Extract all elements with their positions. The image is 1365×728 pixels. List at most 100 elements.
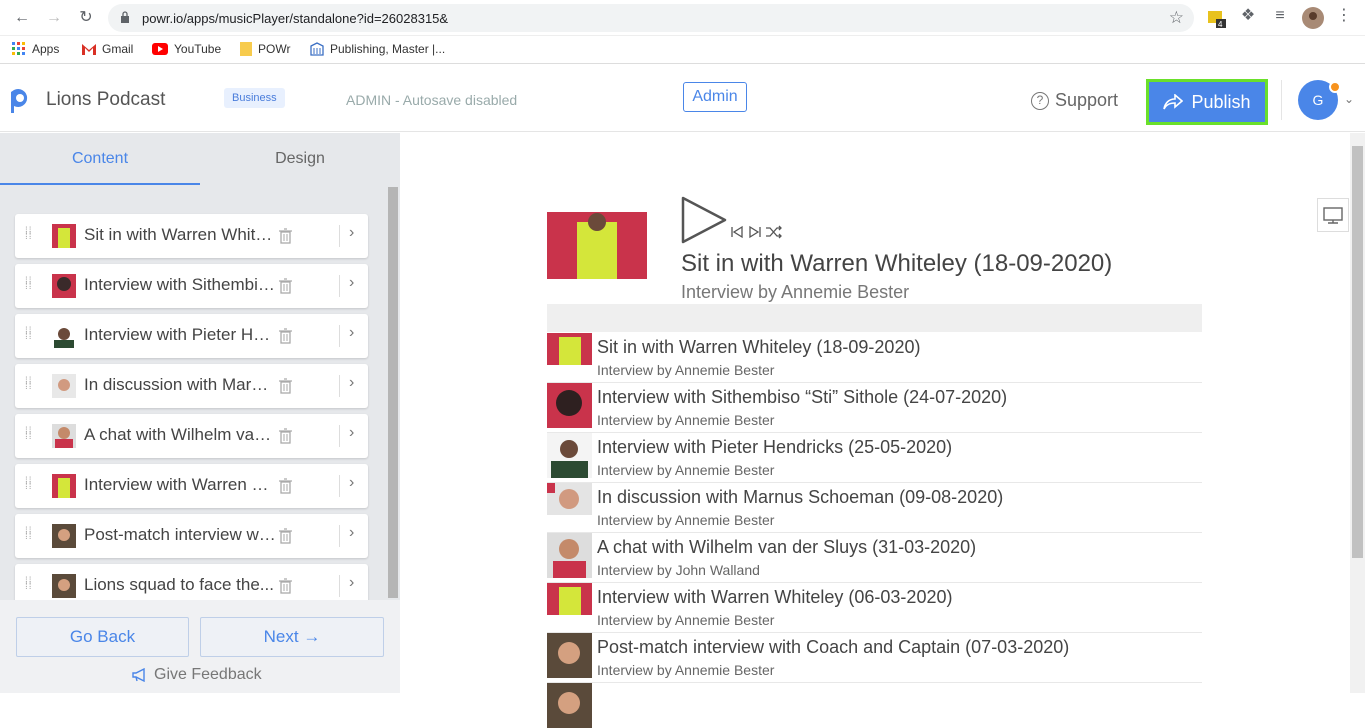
reload-icon[interactable]: ↻ — [76, 8, 96, 28]
chevron-right-icon[interactable]: › — [349, 524, 354, 542]
item-divider — [339, 225, 340, 247]
support-link[interactable]: ? Support — [1031, 90, 1118, 111]
playlist-track[interactable]: Sit in with Warren Whiteley (18-09-2020)… — [547, 333, 1202, 383]
item-label: Interview with Warren Whiteley (06-03-20… — [84, 475, 276, 494]
bookmark-gmail[interactable]: Gmail — [82, 42, 133, 56]
bookmark-youtube[interactable]: YouTube — [152, 42, 221, 56]
trash-icon[interactable] — [279, 278, 292, 294]
chevron-right-icon[interactable]: › — [349, 274, 354, 292]
back-arrow-icon[interactable]: ← — [12, 8, 32, 28]
bookmark-publishing[interactable]: Publishing, Master |... — [310, 42, 445, 56]
plan-badge: Business — [224, 88, 285, 108]
drag-handle-icon[interactable]: ⁞⁞ ⁞⁞ — [25, 527, 35, 543]
trash-icon[interactable] — [279, 578, 292, 594]
track-thumbnail — [547, 583, 592, 615]
share-arrow-icon — [1163, 94, 1184, 110]
next-button[interactable]: Next → — [200, 617, 384, 657]
list-item[interactable]: ⁞⁞⁞⁞ A chat with Wilhelm van der Sluys (… — [15, 414, 368, 458]
drag-handle-icon[interactable]: ⁞⁞ ⁞⁞ — [25, 227, 35, 243]
item-divider — [339, 475, 340, 497]
track-title: In discussion with Marnus Schoeman (09-0… — [597, 487, 1004, 507]
admin-button[interactable]: Admin — [683, 82, 747, 112]
lock-icon — [121, 11, 129, 23]
shuffle-icon[interactable] — [765, 225, 783, 239]
support-label: Support — [1055, 90, 1119, 110]
playlist-track[interactable]: In discussion with Marnus Schoeman (09-0… — [547, 483, 1202, 533]
chevron-right-icon[interactable]: › — [349, 574, 354, 592]
desktop-view-button[interactable] — [1317, 198, 1349, 232]
chevron-right-icon[interactable]: › — [349, 324, 354, 342]
track-title: Sit in with Warren Whiteley (18-09-2020) — [597, 337, 921, 357]
item-label: Post-match interview with Coach and Capt… — [84, 525, 276, 544]
trash-icon[interactable] — [279, 528, 292, 544]
track-thumbnail — [52, 224, 76, 248]
drag-handle-icon[interactable]: ⁞⁞ ⁞⁞ — [25, 577, 35, 593]
list-item[interactable]: ⁞⁞⁞⁞ In discussion with Marnus Schoeman … — [15, 364, 368, 408]
list-item[interactable]: ⁞⁞ ⁞⁞ Lions squad to face the... › — [15, 564, 368, 600]
bookmark-label: YouTube — [174, 42, 222, 56]
playlist-track[interactable] — [547, 683, 1202, 728]
bookmark-label: Apps — [32, 42, 60, 56]
progress-bar[interactable] — [547, 304, 1202, 332]
media-queue-icon[interactable]: ≡ — [1270, 6, 1290, 26]
extension-badge-icon[interactable]: 4 — [1207, 9, 1227, 29]
drag-handle-icon[interactable]: ⁞⁞ ⁞⁞ — [25, 327, 35, 343]
tab-design[interactable]: Design — [200, 133, 400, 185]
trash-icon[interactable] — [279, 328, 292, 344]
track-thumbnail — [52, 374, 76, 398]
playlist-track[interactable]: A chat with Wilhelm van der Sluys (31-03… — [547, 533, 1202, 583]
drag-handle-icon[interactable]: ⁞⁞ ⁞⁞ — [25, 377, 35, 393]
trash-icon[interactable] — [279, 378, 292, 394]
chevron-down-icon[interactable]: ⌄ — [1344, 92, 1354, 106]
drag-handle-icon[interactable]: ⁞⁞ ⁞⁞ — [25, 477, 35, 493]
track-author: Interview by Annemie Bester — [597, 662, 775, 678]
address-bar[interactable]: powr.io/apps/musicPlayer/standalone?id=2… — [108, 4, 1194, 32]
drag-handle-icon[interactable]: ⁞⁞ ⁞⁞ — [25, 427, 35, 443]
list-item[interactable]: ⁞⁞⁞⁞ Interview with Pieter Hendricks (25… — [15, 314, 368, 358]
forward-arrow-icon[interactable]: → — [44, 8, 64, 28]
bookmark-apps[interactable]: Apps — [12, 42, 59, 56]
trash-icon[interactable] — [279, 428, 292, 444]
track-title: A chat with Wilhelm van der Sluys (31-03… — [597, 537, 977, 557]
star-icon[interactable]: ☆ — [1169, 8, 1184, 28]
chevron-right-icon[interactable]: › — [349, 474, 354, 492]
powr-logo-icon[interactable] — [10, 88, 32, 114]
playlist-track[interactable]: Interview with Sithembiso “Sti” Sithole … — [547, 383, 1202, 433]
list-item[interactable]: ⁞⁞⁞⁞ Interview with Warren Whiteley (06-… — [15, 464, 368, 508]
bookmark-label: Gmail — [102, 42, 134, 56]
previous-track-icon[interactable] — [730, 225, 744, 239]
building-icon — [310, 42, 324, 56]
drag-handle-icon[interactable]: ⁞⁞ ⁞⁞ — [25, 277, 35, 293]
header-divider — [1281, 80, 1282, 120]
trash-icon[interactable] — [279, 478, 292, 494]
sidebar-scroll-thumb[interactable] — [388, 187, 398, 598]
chevron-right-icon[interactable]: › — [349, 374, 354, 392]
puzzle-icon[interactable]: ❖ — [1238, 6, 1258, 26]
chevron-right-icon[interactable]: › — [349, 424, 354, 442]
give-feedback-link[interactable]: Give Feedback — [132, 666, 262, 684]
publish-label: Publish — [1191, 91, 1251, 112]
go-back-button[interactable]: Go Back — [16, 617, 189, 657]
item-divider — [339, 375, 340, 397]
list-item[interactable]: ⁞⁞⁞⁞ Post-match interview with Coach and… — [15, 514, 368, 558]
bookmark-label: Publishing, Master |... — [330, 42, 446, 56]
playlist-track[interactable]: Interview with Pieter Hendricks (25-05-2… — [547, 433, 1202, 483]
next-track-icon[interactable] — [748, 225, 762, 239]
publish-button[interactable]: Publish — [1146, 79, 1268, 125]
item-label: Interview with Sithembiso “Sti” Sithole … — [84, 275, 276, 294]
list-item[interactable]: ⁞⁞⁞⁞ Sit in with Warren Whiteley (18-09-… — [15, 214, 368, 258]
menu-dots-icon[interactable]: ⋮ — [1334, 6, 1354, 26]
play-icon[interactable] — [680, 195, 728, 245]
track-author: Interview by Annemie Bester — [597, 412, 775, 428]
track-title: Interview with Warren Whiteley (06-03-20… — [597, 587, 953, 607]
app-title[interactable]: Lions Podcast — [46, 89, 165, 111]
chevron-right-icon[interactable]: › — [349, 224, 354, 242]
tab-content[interactable]: Content — [0, 133, 200, 185]
list-item[interactable]: ⁞⁞⁞⁞ Interview with Sithembiso “Sti” Sit… — [15, 264, 368, 308]
playlist-track[interactable]: Post-match interview with Coach and Capt… — [547, 633, 1202, 683]
preview-scroll-thumb[interactable] — [1352, 146, 1363, 558]
trash-icon[interactable] — [279, 228, 292, 244]
profile-photo-icon[interactable] — [1302, 7, 1324, 29]
bookmark-powr[interactable]: POWr — [240, 42, 290, 56]
playlist-track[interactable]: Interview with Warren Whiteley (06-03-20… — [547, 583, 1202, 633]
